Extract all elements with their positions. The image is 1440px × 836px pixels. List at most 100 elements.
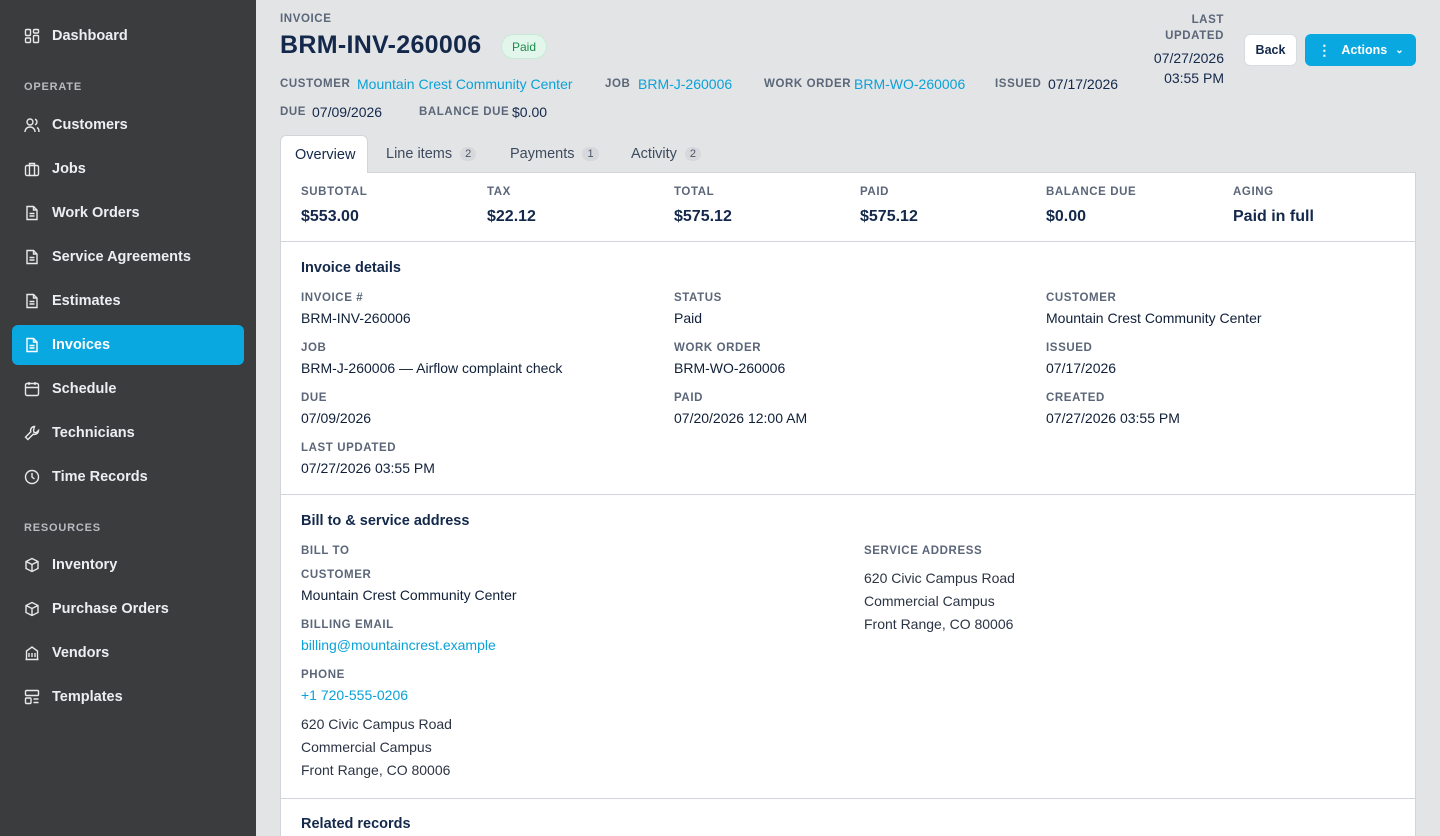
phone-link[interactable]: +1 720-555-0206 [301, 687, 408, 703]
sidebar-item-templates[interactable]: Templates [12, 677, 244, 717]
issued-label: ISSUED [995, 78, 1042, 90]
last-updated-label-line: LAST [1191, 14, 1224, 26]
clock-icon [24, 469, 40, 485]
tab-overview[interactable]: Overview [280, 135, 368, 173]
field-label: STATUS [674, 292, 722, 304]
sidebar-item-label: Time Records [52, 469, 148, 485]
last-updated-value: 07/27/2026 03:55 PM [1154, 48, 1224, 88]
field-label: DUE [301, 392, 328, 404]
summary-value: $575.12 [860, 208, 918, 225]
sidebar-item-customers[interactable]: Customers [12, 105, 244, 145]
tab-count-badge: 2 [460, 147, 477, 161]
tab-label: Activity [631, 146, 677, 162]
summary-label: TOTAL [674, 186, 715, 198]
sidebar-item-label: Inventory [52, 557, 118, 573]
sidebar-item-label: Purchase Orders [52, 601, 169, 617]
field-label: CUSTOMER [1046, 292, 1117, 304]
more-vertical-icon: ⋮ [1317, 41, 1332, 58]
chevron-down-icon: ⌄ [1395, 44, 1404, 56]
tab-payments[interactable]: Payments 1 [496, 135, 613, 173]
sidebar-item-work-orders[interactable]: Work Orders [12, 193, 244, 233]
balance-due-label: BALANCE DUE [419, 106, 510, 118]
box-icon [25, 557, 39, 573]
bill-to-label: BILL TO [301, 545, 350, 557]
sidebar-item-label: Estimates [52, 293, 121, 309]
summary-value: $22.12 [487, 208, 536, 225]
sidebar-item-label: Technicians [52, 425, 135, 441]
briefcase-icon [24, 162, 40, 177]
sidebar-item-inventory[interactable]: Inventory [12, 545, 244, 585]
summary-value: $0.00 [1046, 208, 1087, 225]
sidebar-item-jobs[interactable]: Jobs [12, 149, 244, 189]
tab-count-badge: 2 [684, 147, 702, 161]
last-updated-label-line: UPDATED [1165, 30, 1224, 42]
tab-activity[interactable]: Activity 2 [617, 135, 715, 173]
layout-icon [24, 689, 40, 705]
summary-label: AGING [1233, 186, 1274, 198]
service-address-line: 620 Civic Campus Road [864, 570, 1015, 586]
bill-address-line: Commercial Campus [301, 739, 432, 755]
work-order-link[interactable]: BRM-WO-260006 [854, 76, 965, 92]
sidebar-item-label: Service Agreements [52, 249, 191, 265]
sidebar-item-technicians[interactable]: Technicians [12, 413, 244, 453]
summary-label: TAX [487, 186, 511, 198]
field-label: JOB [301, 342, 327, 354]
sidebar-item-label: Work Orders [52, 205, 140, 221]
grid-icon [24, 28, 40, 44]
sidebar-item-invoices[interactable]: Invoices [12, 325, 244, 365]
summary-label: BALANCE DUE [1046, 186, 1137, 198]
field-label: CREATED [1046, 392, 1105, 404]
sidebar-item-service-agreements[interactable]: Service Agreements [12, 237, 244, 277]
field-value: 07/20/2026 12:00 AM [674, 410, 808, 426]
overview-card: SUBTOTAL $553.00 TAX $22.12 TOTAL $575.1… [280, 172, 1416, 836]
tab-label: Payments [510, 146, 575, 162]
document-icon [26, 293, 38, 309]
back-button[interactable]: Back [1244, 34, 1297, 66]
bill-customer-value: Mountain Crest Community Center [301, 587, 517, 603]
tab-count-badge: 1 [582, 147, 599, 161]
due-label: DUE [280, 106, 307, 118]
summary-label: PAID [860, 186, 890, 198]
sidebar-section-operate: OPERATE [24, 81, 82, 93]
service-address-line: Front Range, CO 80006 [864, 616, 1014, 632]
bill-address-line: 620 Civic Campus Road [301, 716, 452, 732]
billing-email-link[interactable]: billing@mountaincrest.example [301, 637, 496, 653]
bill-customer-label: CUSTOMER [301, 569, 372, 581]
customer-link[interactable]: Mountain Crest Community Center [357, 76, 573, 92]
sidebar-item-schedule[interactable]: Schedule [12, 369, 244, 409]
field-value: 07/17/2026 [1046, 360, 1117, 376]
calendar-icon [24, 382, 40, 397]
divider [281, 241, 1415, 242]
actions-label: Actions [1341, 43, 1388, 57]
field-label: PAID [674, 392, 704, 404]
due-value: 07/09/2026 [312, 104, 383, 120]
sidebar-item-time-records[interactable]: Time Records [12, 457, 244, 497]
summary-label: SUBTOTAL [301, 186, 368, 198]
service-address-label: SERVICE ADDRESS [864, 545, 983, 557]
tab-line-items[interactable]: Line items 2 [372, 135, 490, 173]
actions-button[interactable]: ⋮ Actions ⌄ [1305, 34, 1416, 66]
sidebar-item-vendors[interactable]: Vendors [12, 633, 244, 673]
balance-due-value: $0.00 [512, 104, 548, 120]
field-label: WORK ORDER [674, 342, 762, 354]
sidebar-item-purchase-orders[interactable]: Purchase Orders [12, 589, 244, 629]
field-value: 07/09/2026 [301, 410, 372, 426]
sidebar: Dashboard OPERATE Customers Jobs Work Or… [0, 0, 256, 836]
document-icon [26, 249, 38, 265]
service-address-line: Commercial Campus [864, 593, 995, 609]
tab-label: Line items [386, 146, 453, 162]
sidebar-item-label: Schedule [52, 381, 117, 397]
field-value: 07/27/2026 03:55 PM [1046, 410, 1180, 426]
field-value: BRM-WO-260006 [674, 360, 786, 376]
divider [281, 494, 1415, 495]
field-value: BRM-INV-260006 [301, 310, 411, 326]
sidebar-item-estimates[interactable]: Estimates [12, 281, 244, 321]
job-link[interactable]: BRM-J-260006 [638, 76, 732, 92]
sidebar-item-dashboard[interactable]: Dashboard [12, 16, 244, 56]
building-icon [25, 646, 39, 661]
sidebar-item-label: Dashboard [52, 28, 128, 44]
sidebar-section-resources: RESOURCES [24, 522, 101, 534]
page-title: BRM-INV-260006 [280, 31, 482, 59]
page-eyebrow: INVOICE [280, 13, 332, 25]
field-value: BRM-J-260006 — Airflow complaint check [301, 360, 563, 376]
